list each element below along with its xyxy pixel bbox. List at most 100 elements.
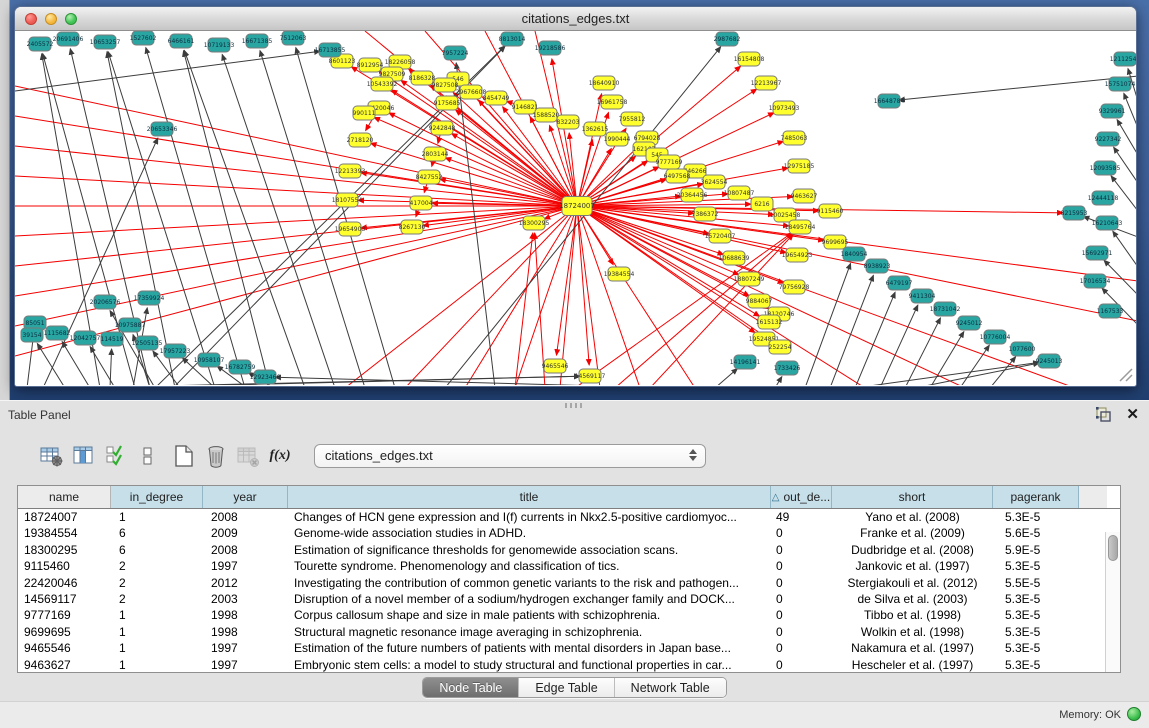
table-cell[interactable]: Wolkin et al. (1998)	[832, 624, 993, 640]
graph-node-teal[interactable]: 1840954	[841, 247, 868, 261]
graph-node-yellow[interactable]: 16154808	[734, 52, 765, 66]
table-cell[interactable]: Embryonic stem cells: a model to study s…	[288, 657, 771, 672]
graph-node-teal[interactable]: 9245013	[1036, 354, 1063, 368]
graph-edge[interactable]	[1111, 176, 1136, 211]
table-cell[interactable]: 0	[771, 558, 832, 574]
graph-node-yellow[interactable]: 1615132	[756, 315, 783, 329]
graph-node-yellow[interactable]: 10807487	[724, 186, 755, 200]
graph-node-yellow[interactable]: 9699695	[822, 235, 849, 249]
graph-node-yellow[interactable]: 1362615	[582, 122, 609, 136]
table-cell[interactable]: Jankovic et al. (1997)	[832, 558, 993, 574]
table-cell[interactable]: 0	[771, 607, 832, 623]
graph-node-teal[interactable]: 8813014	[499, 32, 526, 46]
graph-node-teal[interactable]: 12093585	[1090, 161, 1121, 175]
table-cell[interactable]: 2008	[203, 542, 288, 558]
table-cell[interactable]: 5.3E-5	[993, 591, 1079, 607]
graph-node-yellow[interactable]: 3624554	[701, 175, 728, 189]
graph-node-teal[interactable]: 114519	[101, 332, 124, 346]
column-header-title[interactable]: title	[288, 486, 771, 508]
table-cell[interactable]: Tourette syndrome. Phenomenology and cla…	[288, 558, 771, 574]
table-cell[interactable]: 9465546	[18, 640, 111, 656]
graph-node-yellow[interactable]: 16961758	[597, 95, 628, 109]
table-cell[interactable]: Hescheler et al. (1997)	[832, 657, 993, 672]
table-cell[interactable]: de Silva et al. (2003)	[832, 591, 993, 607]
table-cell[interactable]: 5.3E-5	[993, 509, 1079, 525]
table-cell[interactable]: 18300295	[18, 542, 111, 558]
graph-node-yellow[interactable]: 6497568	[664, 169, 691, 183]
graph-node-yellow[interactable]: 12975185	[784, 159, 815, 173]
table-cell[interactable]: 5.3E-5	[993, 624, 1079, 640]
table-cell[interactable]: 2008	[203, 509, 288, 525]
graph-node-teal[interactable]: 9245012	[956, 316, 983, 330]
graph-node-teal[interactable]: 1077600	[1009, 342, 1036, 356]
graph-node-teal[interactable]: 15692971	[1082, 246, 1113, 260]
column-header-short[interactable]: short	[832, 486, 993, 508]
table-cell[interactable]: 5.3E-5	[993, 607, 1079, 623]
graph-edge[interactable]	[389, 113, 577, 206]
graph-edge[interactable]	[577, 206, 640, 385]
table-cell[interactable]: 1997	[203, 640, 288, 656]
graph-node-teal[interactable]: 2405572	[27, 37, 54, 51]
graph-edge[interactable]	[715, 369, 737, 385]
table-row[interactable]: 946554611997Estimation of the future num…	[18, 640, 1120, 656]
table-row[interactable]: 946362711997Embryonic stem cells: a mode…	[18, 657, 1120, 672]
table-cell[interactable]: 9777169	[18, 607, 111, 623]
table-cell[interactable]: Structural magnetic resonance image aver…	[288, 624, 771, 640]
table-cell[interactable]: 19384554	[18, 525, 111, 541]
table-cell[interactable]: 0	[771, 591, 832, 607]
graph-node-teal[interactable]: 9227342	[1095, 132, 1122, 146]
graph-node-yellow[interactable]: 12213967	[751, 76, 782, 90]
tab-node-table[interactable]: Node Table	[423, 678, 519, 697]
column-header-in_degree[interactable]: in_degree	[111, 486, 203, 508]
graph-node-teal[interactable]: 9411304	[909, 289, 936, 303]
graph-node-teal[interactable]: 16671385	[242, 34, 273, 48]
graph-node-yellow[interactable]: 7485063	[781, 131, 808, 145]
table-cell[interactable]: 1	[111, 624, 203, 640]
graph-node-yellow[interactable]: 9175685	[434, 96, 461, 110]
graph-node-teal[interactable]: 20691406	[53, 32, 84, 46]
graph-node-teal[interactable]: 14196141	[730, 355, 761, 369]
memory-status-indicator[interactable]	[1127, 707, 1141, 721]
graph-node-yellow[interactable]: 8454749	[483, 91, 510, 105]
table-row[interactable]: 1830029562008Estimation of significance …	[18, 542, 1120, 558]
table-row[interactable]: 969969511998Structural magnetic resonanc…	[18, 624, 1120, 640]
resize-grip-icon[interactable]	[1116, 365, 1134, 383]
table-cell[interactable]: Estimation of significance thresholds fo…	[288, 542, 771, 558]
table-settings-icon[interactable]	[38, 442, 66, 470]
table-cell[interactable]: 18724007	[18, 509, 111, 525]
graph-node-teal[interactable]: 10653257	[90, 35, 121, 49]
table-cell[interactable]: Corpus callosum shape and size in male p…	[288, 607, 771, 623]
graph-edge[interactable]	[374, 117, 577, 206]
graph-edge[interactable]	[1113, 231, 1136, 267]
column-header-out_de[interactable]: △out_de...	[771, 486, 832, 508]
graph-edge[interactable]	[1124, 93, 1136, 128]
graph-edge[interactable]	[830, 275, 873, 385]
graph-node-teal[interactable]: 17957223	[160, 344, 191, 358]
graph-node-yellow[interactable]: 14569117	[575, 369, 606, 383]
table-cell[interactable]: 2	[111, 575, 203, 591]
function-builder-icon[interactable]: f(x)	[266, 442, 294, 470]
table-cell[interactable]: 22420046	[18, 575, 111, 591]
table-row[interactable]: 1938455462009Genome-wide association stu…	[18, 525, 1120, 541]
network-canvas[interactable]: 1872400786011238912954182260589827509818…	[15, 31, 1136, 385]
graph-node-teal[interactable]: 20206576	[90, 295, 121, 309]
table-cell[interactable]: Stergiakouli et al. (2012)	[832, 575, 993, 591]
table-cell[interactable]: 6	[111, 525, 203, 541]
select-all-icon[interactable]	[102, 442, 130, 470]
graph-node-yellow[interactable]: 8912954	[357, 58, 384, 72]
table-cell[interactable]: Disruption of a novel member of a sodium…	[288, 591, 771, 607]
graph-node-teal[interactable]: 15751074	[1105, 77, 1136, 91]
graph-edge[interactable]	[183, 51, 270, 385]
graph-edge[interactable]	[62, 342, 90, 385]
table-cell[interactable]: 0	[771, 542, 832, 558]
graph-edge[interactable]	[515, 206, 577, 385]
graph-node-teal[interactable]: 12444118	[1088, 191, 1119, 205]
graph-node-teal[interactable]: 8938923	[864, 259, 891, 273]
graph-node-yellow[interactable]: 20364456	[677, 188, 708, 202]
table-cell[interactable]: 0	[771, 575, 832, 591]
graph-edge[interactable]	[899, 76, 1136, 100]
tab-edge-table[interactable]: Edge Table	[519, 678, 614, 697]
table-cell[interactable]: 1	[111, 657, 203, 672]
graph-node-yellow[interactable]: 1990444	[604, 132, 631, 146]
graph-node-yellow[interactable]: 8267130	[399, 220, 426, 234]
